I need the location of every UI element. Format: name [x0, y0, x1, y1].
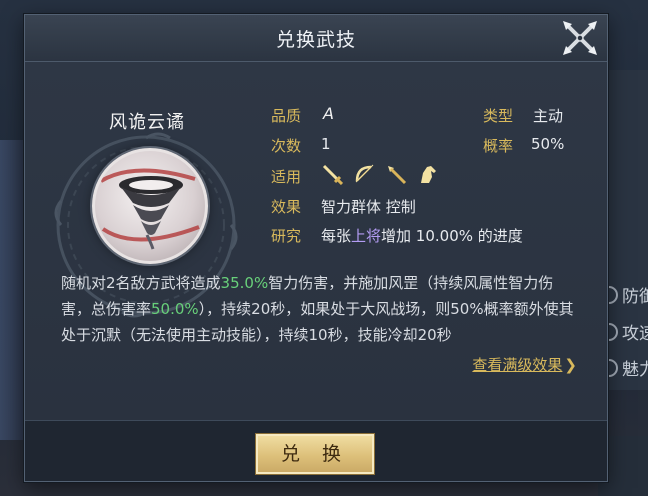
dialog-title-bar: 兑换武技	[25, 15, 607, 62]
close-button[interactable]	[559, 17, 601, 59]
type-label: 类型	[483, 107, 514, 125]
dialog-content: 风诡云谲 品质 A 次数 1 适用 效果 智力群体 控制 研究 每张上将增加 1…	[25, 62, 607, 420]
damage-rate: 35.0%	[220, 274, 269, 292]
skill-name: 风诡云谲	[109, 112, 185, 133]
tornado-icon	[99, 168, 200, 250]
chevron-right-icon: ❯	[564, 356, 577, 374]
total-damage-rate: 50.0%	[151, 300, 199, 318]
skill-icon	[92, 148, 208, 264]
view-full-level-effect-link[interactable]: 查看满级效果 ❯	[472, 354, 577, 375]
count-label: 次数	[271, 137, 302, 155]
rate-label: 概率	[483, 137, 514, 155]
bow-icon	[355, 164, 374, 183]
quality-label: 品质	[271, 107, 302, 125]
dialog-title: 兑换武技	[275, 29, 356, 51]
effect-label: 效果	[271, 198, 302, 216]
spear-icon	[388, 166, 407, 185]
effect-value: 智力群体 控制	[321, 198, 416, 216]
research-value: 每张上将增加 10.00% 的进度	[321, 227, 523, 245]
rate-value: 50%	[531, 135, 565, 153]
applicable-weapons	[321, 163, 439, 185]
exchange-skill-dialog: 兑换武技 风诡云谲 品质 A 次数 1 适用 效果 智力群体 控制 研究 每张上…	[24, 14, 608, 482]
horse-icon	[421, 166, 436, 183]
applicable-label: 适用	[271, 168, 302, 186]
quality-value: A	[323, 104, 334, 123]
dialog-footer: 兑 换	[25, 420, 607, 481]
research-highlight: 上将	[351, 227, 382, 245]
count-value: 1	[321, 135, 331, 153]
type-value: 主动	[533, 107, 564, 125]
research-label: 研究	[271, 227, 302, 245]
skill-description: 随机对2名敌方武将造成35.0%智力伤害，并施加风罡（持续风属性智力伤害，总伤害…	[61, 274, 574, 344]
close-icon	[563, 21, 597, 55]
exchange-button[interactable]: 兑 换	[255, 433, 375, 475]
sword-icon	[322, 164, 343, 185]
